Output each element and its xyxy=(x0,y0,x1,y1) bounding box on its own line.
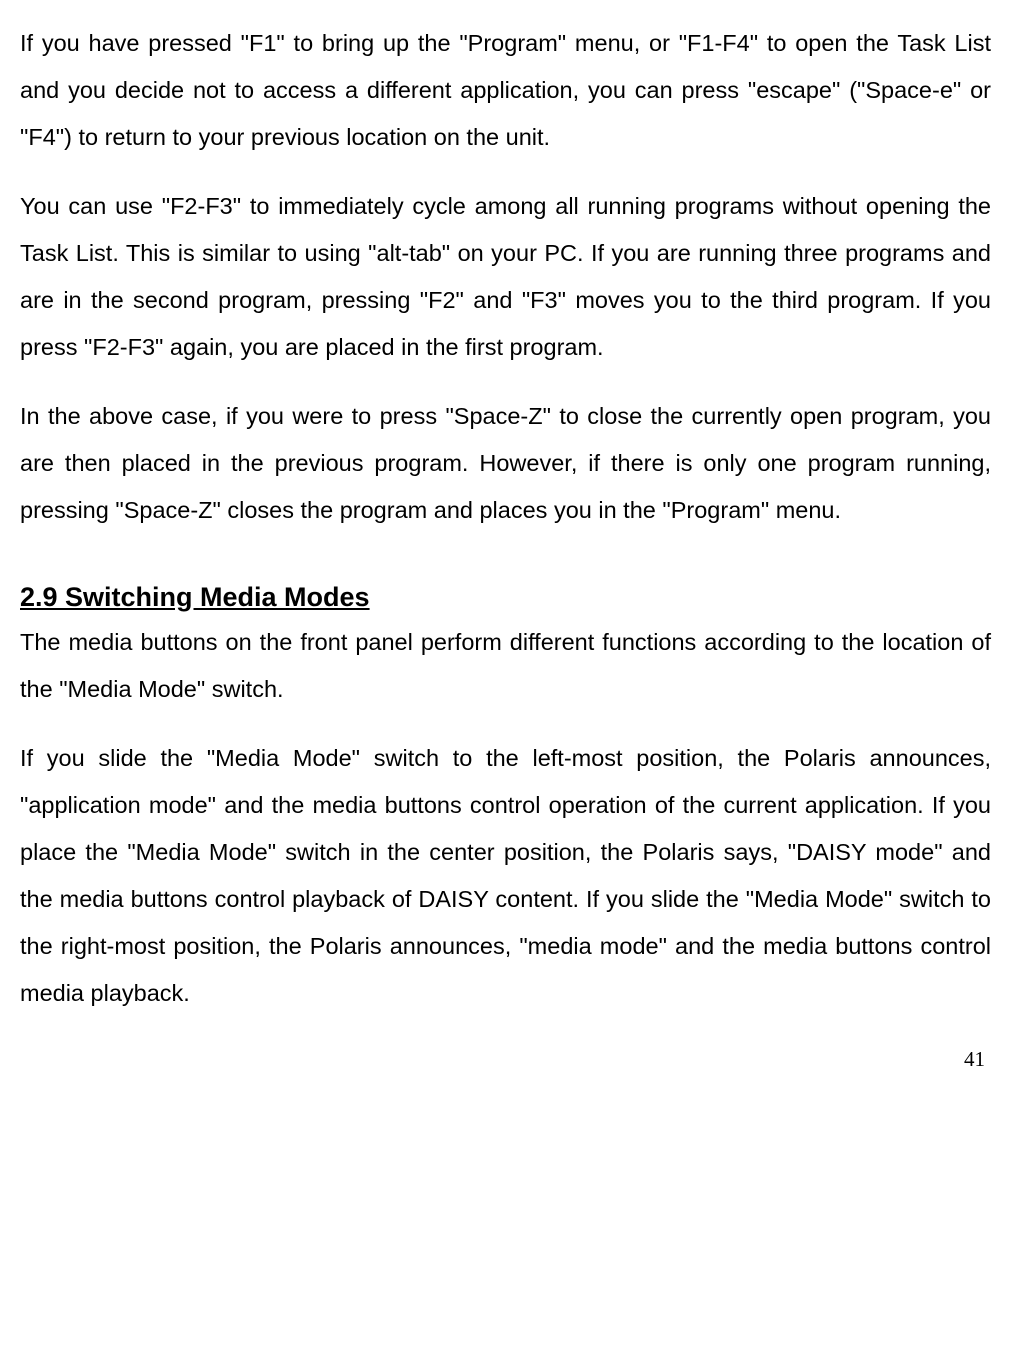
page-number: 41 xyxy=(20,1047,991,1072)
body-paragraph: If you slide the "Media Mode" switch to … xyxy=(20,735,991,1017)
body-paragraph: If you have pressed "F1" to bring up the… xyxy=(20,20,991,161)
body-paragraph: The media buttons on the front panel per… xyxy=(20,619,991,713)
body-paragraph: You can use "F2-F3" to immediately cycle… xyxy=(20,183,991,371)
section-heading: 2.9 Switching Media Modes xyxy=(20,582,991,613)
body-paragraph: In the above case, if you were to press … xyxy=(20,393,991,534)
